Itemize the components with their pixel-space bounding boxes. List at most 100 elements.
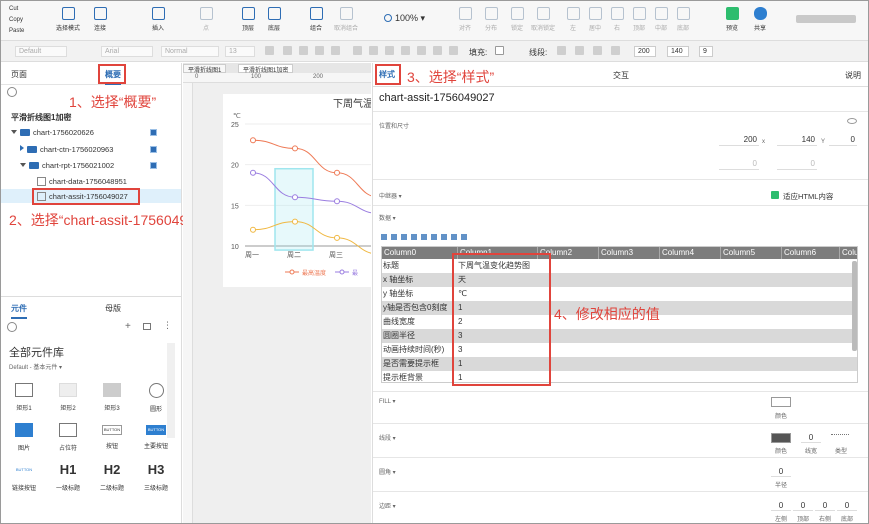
x-input[interactable]: 200 [719,135,759,146]
widget-link-button[interactable]: BUTTON 链接按钮 [7,463,41,492]
design-canvas[interactable]: 平滑折线图1 平滑折线图1加密 0 100 200 下周气温 ℃ 25 20 15 10 周… [183,63,382,523]
align-bottom-button[interactable]: 底部 [666,7,700,32]
section-position[interactable]: 位置和尺寸 [379,121,409,130]
delete-row-icon[interactable] [401,234,407,240]
grid-key-cell[interactable]: x 轴坐标 [383,273,453,287]
font-color-icon[interactable] [265,46,274,55]
tree-node-chart-ctn[interactable]: chart-ctn-1756020963 [20,145,113,154]
add-library-icon[interactable]: + [125,321,131,332]
fmt-y-input[interactable]: 140 [667,46,689,57]
padding-top-input[interactable]: 0 [793,501,813,511]
section-fill[interactable]: FILL ▾ [379,398,395,405]
fmt-w-input[interactable]: 9 [699,46,713,57]
grid-col-header[interactable]: Column5 [721,247,782,259]
corner-radius-input[interactable]: 0 [771,467,791,477]
underline-icon[interactable] [315,46,324,55]
grid-key-cell[interactable]: 提示框背景 [383,371,453,382]
padding-bottom-input[interactable]: 0 [837,501,857,511]
point-button[interactable]: 点 [189,7,223,32]
send-to-back-button[interactable]: 底层 [257,7,291,32]
grid-col-header[interactable]: Column0 [382,247,458,259]
border-color-swatch[interactable] [771,433,791,443]
section-corner[interactable]: 圆角 ▾ [379,467,396,476]
grid-key-cell[interactable]: 动画持续时间(秒) [383,343,453,357]
grid-scrollbar[interactable] [852,261,857,351]
canvas-tab-2[interactable]: 平滑折线图1加密 [238,64,294,74]
search-icon[interactable] [7,87,17,97]
tree-node-chart-rpt[interactable]: chart-rpt-1756021002 [20,161,114,170]
widget-h3[interactable]: H3 三级标题 [139,463,173,493]
tree-node-chart-data[interactable]: chart-data-1756048951 [37,177,127,186]
align-text-justify-icon[interactable] [401,46,410,55]
padding-left-input[interactable]: 0 [771,501,791,511]
bold-icon[interactable] [283,46,292,55]
font-select[interactable]: Arial [101,46,153,57]
widget-name[interactable]: chart-assit-1756049027 [379,92,495,104]
grid-col-header[interactable]: Column4 [660,247,721,259]
widget-primary-button[interactable]: BUTTON 主要按钮 [139,423,173,450]
library-subtitle[interactable]: Default - 基本元件 ▾ [9,362,62,371]
copy-button[interactable]: Copy [9,15,24,26]
section-padding[interactable]: 边距 ▾ [379,501,396,510]
arrow-style-icon[interactable] [611,46,620,55]
grid-col-header[interactable]: Colu [840,247,857,259]
tree-node-chart[interactable]: chart-1756020626 [11,128,94,137]
fill-color-swatch[interactable] [771,397,791,407]
border-style-icon[interactable] [831,434,849,442]
library-title[interactable]: 全部元件库 [9,344,64,360]
chart-preview[interactable]: 下周气温 ℃ 25 20 15 10 周一 周二 周三 最高温度 最 [223,94,382,287]
tab-pages[interactable]: 页面 [11,69,27,80]
library-window-icon[interactable] [143,323,151,330]
widget-rectangle-2[interactable]: 矩形2 [51,383,85,412]
valign-top-icon[interactable] [417,46,426,55]
grid-key-cell[interactable]: y 轴坐标 [383,287,453,301]
widget-rectangle-3[interactable]: 矩形3 [95,383,129,412]
move-up-icon[interactable] [411,234,417,240]
widget-image[interactable]: 图片 [7,423,41,452]
fit-html-checkbox[interactable] [771,191,779,199]
tab-widgets[interactable]: 元件 [11,303,27,319]
weight-select[interactable]: Normal [161,46,219,57]
padding-right-input[interactable]: 0 [815,501,835,511]
visibility-flag-icon[interactable] [150,162,157,169]
section-adaptive[interactable]: 中继器 ▾ [379,191,402,200]
align-text-center-icon[interactable] [369,46,378,55]
w-input[interactable]: 140 [777,135,817,146]
visibility-flag-icon[interactable] [150,146,157,153]
line-style-icon[interactable] [593,46,602,55]
library-search-icon[interactable] [7,322,17,332]
delete-column-icon[interactable] [441,234,447,240]
move-down-icon[interactable] [421,234,427,240]
ungroup-button[interactable]: 取消组合 [329,7,363,32]
unlock-button[interactable]: 取消锁定 [526,7,560,32]
align-text-left-icon[interactable] [353,46,362,55]
insert-column-icon[interactable] [431,234,437,240]
y-input[interactable]: 0 [829,135,857,146]
widget-placeholder[interactable]: 占位符 [51,423,85,452]
grid-key-cell[interactable]: 圆圈半径 [383,329,453,343]
valign-middle-icon[interactable] [433,46,442,55]
move-right-icon[interactable] [461,234,467,240]
widget-circle[interactable]: 圆形 [139,383,173,413]
paste-button[interactable]: Paste [9,26,24,37]
select-mode-button[interactable]: 选择模式 [51,7,85,32]
strike-icon[interactable] [331,46,340,55]
line-color-swatch[interactable] [557,46,566,55]
grid-key-cell[interactable]: 是否需要提示框 [383,357,453,371]
valign-bottom-icon[interactable] [449,46,458,55]
grid-key-cell[interactable]: y轴是否包含0刻度 [383,301,453,315]
section-border[interactable]: 线段 ▾ [379,433,396,442]
r-input[interactable]: 0 [719,159,759,170]
fill-color-swatch[interactable] [495,46,504,55]
h-input[interactable]: 0 [777,159,817,170]
line-width-icon[interactable] [575,46,584,55]
grid-key-cell[interactable]: 标题 [383,259,453,273]
grid-col-header[interactable]: Column6 [782,247,840,259]
cut-button[interactable]: Cut [9,4,24,15]
insert-row-above-icon[interactable] [381,234,387,240]
widget-button[interactable]: BUTTON 按钮 [95,423,129,450]
italic-icon[interactable] [299,46,308,55]
tab-notes[interactable]: 说明 [845,70,861,81]
library-menu-icon[interactable]: ⋮ [163,320,172,331]
canvas-tab-1[interactable]: 平滑折线图1 [183,64,227,74]
